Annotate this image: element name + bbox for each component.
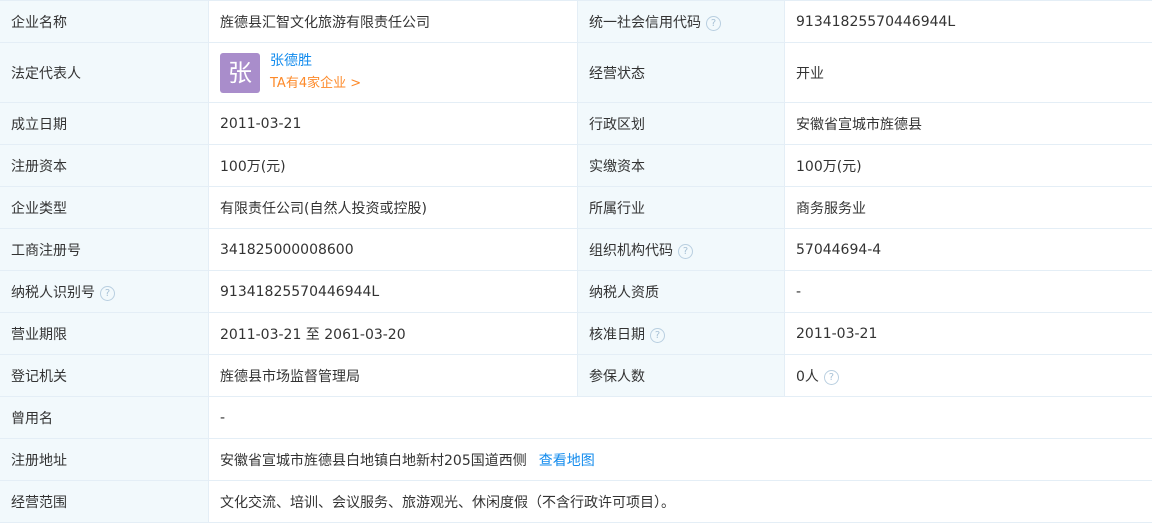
value-industry: 商务服务业: [785, 187, 1152, 229]
value-registered-capital: 100万(元): [209, 145, 578, 187]
value-company-type: 有限责任公司(自然人投资或控股): [209, 187, 578, 229]
value-established-date: 2011-03-21: [209, 103, 578, 145]
label-paid-capital: 实缴资本: [578, 145, 785, 187]
label-business-scope: 经营范围: [0, 481, 209, 523]
value-legal-rep: 张 张德胜 TA有4家企业 >: [209, 43, 578, 103]
value-registration-number: 341825000008600: [209, 229, 578, 271]
label-registered-address: 注册地址: [0, 439, 209, 481]
value-business-term: 2011-03-21 至 2061-03-20: [209, 313, 578, 355]
label-company-name: 企业名称: [0, 1, 209, 43]
help-icon[interactable]: ?: [100, 286, 115, 301]
value-credit-code: 91341825570446944L: [785, 1, 1152, 43]
label-text: 纳税人识别号: [11, 285, 95, 301]
label-taxpayer-qualification: 纳税人资质: [578, 271, 785, 313]
avatar[interactable]: 张: [220, 53, 260, 93]
value-business-status: 开业: [785, 43, 1152, 103]
label-approval-date: 核准日期?: [578, 313, 785, 355]
label-former-name: 曾用名: [0, 397, 209, 439]
value-registration-authority: 旌德县市场监督管理局: [209, 355, 578, 397]
label-registered-capital: 注册资本: [0, 145, 209, 187]
value-approval-date: 2011-03-21: [785, 313, 1152, 355]
value-business-scope: 文化交流、培训、会议服务、旅游观光、休闲度假（不含行政许可项目）。: [209, 481, 1152, 523]
value-former-name: -: [209, 397, 1152, 439]
label-legal-rep: 法定代表人: [0, 43, 209, 103]
help-icon[interactable]: ?: [824, 370, 839, 385]
company-info-table: 企业名称 旌德县汇智文化旅游有限责任公司 统一社会信用代码? 913418255…: [0, 0, 1152, 523]
label-admin-division: 行政区划: [578, 103, 785, 145]
label-registration-number: 工商注册号: [0, 229, 209, 271]
value-taxpayer-id: 91341825570446944L: [209, 271, 578, 313]
label-business-status: 经营状态: [578, 43, 785, 103]
label-company-type: 企业类型: [0, 187, 209, 229]
help-icon[interactable]: ?: [678, 244, 693, 259]
legal-rep-companies-link[interactable]: TA有4家企业 >: [270, 74, 361, 94]
help-icon[interactable]: ?: [650, 328, 665, 343]
label-text: 组织机构代码: [589, 243, 673, 259]
label-credit-code: 统一社会信用代码?: [578, 1, 785, 43]
view-map-link[interactable]: 查看地图: [539, 453, 595, 469]
label-taxpayer-id: 纳税人识别号?: [0, 271, 209, 313]
value-insured-count: 0人?: [785, 355, 1152, 397]
value-paid-capital: 100万(元): [785, 145, 1152, 187]
value-admin-division: 安徽省宣城市旌德县: [785, 103, 1152, 145]
value-text: 0人: [796, 369, 819, 385]
value-org-code: 57044694-4: [785, 229, 1152, 271]
value-taxpayer-qualification: -: [785, 271, 1152, 313]
address-text: 安徽省宣城市旌德县白地镇白地新村205国道西侧: [220, 453, 527, 469]
legal-rep-name-link[interactable]: 张德胜: [270, 51, 361, 71]
label-text: 统一社会信用代码: [589, 15, 701, 31]
help-icon[interactable]: ?: [706, 16, 721, 31]
value-registered-address: 安徽省宣城市旌德县白地镇白地新村205国道西侧查看地图: [209, 439, 1152, 481]
value-company-name: 旌德县汇智文化旅游有限责任公司: [209, 1, 578, 43]
label-org-code: 组织机构代码?: [578, 229, 785, 271]
label-text: 核准日期: [589, 327, 645, 343]
label-business-term: 营业期限: [0, 313, 209, 355]
label-established-date: 成立日期: [0, 103, 209, 145]
label-registration-authority: 登记机关: [0, 355, 209, 397]
label-insured-count: 参保人数: [578, 355, 785, 397]
label-industry: 所属行业: [578, 187, 785, 229]
